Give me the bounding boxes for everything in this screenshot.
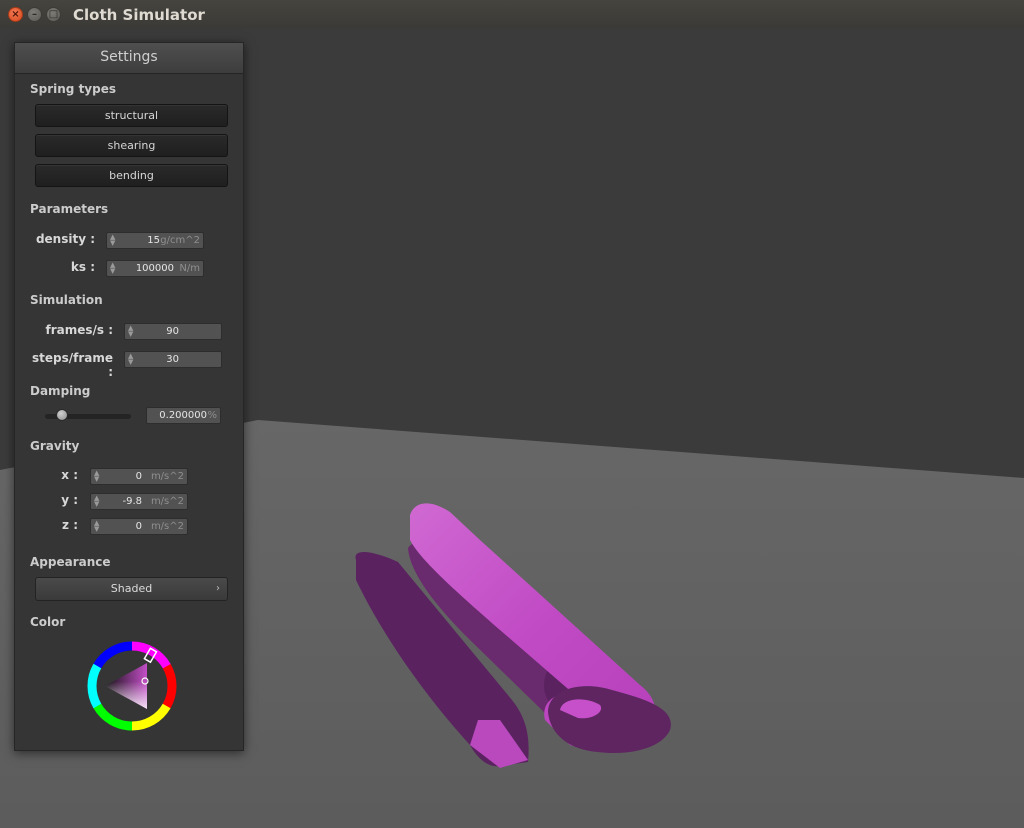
appearance-heading: Appearance [30, 555, 111, 569]
gravity-y-label: y : [61, 493, 78, 507]
gravity-x-value: 0 [135, 471, 142, 482]
spinner-arrows-icon[interactable]: ▲ ▼ [94, 520, 99, 533]
spinner-arrows-icon[interactable]: ▲ ▼ [110, 234, 115, 247]
color-heading: Color [30, 615, 66, 629]
gravity-y-value: -9.8 [122, 496, 142, 507]
damping-field[interactable]: 0.200000 % [146, 407, 221, 424]
density-value: 15 [147, 235, 160, 246]
gravity-y-unit: m/s^2 [150, 496, 184, 507]
density-unit: g/cm^2 [160, 235, 200, 246]
spinner-arrows-icon[interactable]: ▲ ▼ [128, 353, 133, 366]
damping-heading: Damping [30, 384, 91, 398]
steps-label: steps/frame : [31, 351, 113, 379]
settings-panel: Settings Spring types structural shearin… [14, 42, 244, 751]
close-icon[interactable]: × [8, 7, 23, 22]
chevron-right-icon: › [216, 583, 220, 594]
ks-value: 100000 [135, 263, 174, 274]
color-wheel[interactable] [85, 639, 179, 733]
ks-field[interactable]: ▲ ▼ 100000 N/m [106, 260, 204, 277]
maximize-icon[interactable]: □ [46, 7, 61, 22]
appearance-selected: Shaded [110, 582, 153, 595]
fps-label: frames/s : [45, 323, 113, 337]
steps-value: 30 [166, 354, 179, 365]
gravity-y-field[interactable]: ▲ ▼ -9.8 m/s^2 [90, 493, 188, 510]
spinner-arrows-icon[interactable]: ▲ ▼ [110, 262, 115, 275]
gravity-z-label: z : [62, 518, 78, 532]
bending-button[interactable]: bending [35, 164, 228, 187]
window-title: Cloth Simulator [73, 6, 205, 24]
structural-button[interactable]: structural [35, 104, 228, 127]
steps-field[interactable]: ▲ ▼ 30 [124, 351, 222, 368]
spinner-arrows-icon[interactable]: ▲ ▼ [128, 325, 133, 338]
ks-label: ks : [70, 260, 95, 274]
spinner-arrows-icon[interactable]: ▲ ▼ [94, 470, 99, 483]
ks-unit: N/m [179, 263, 200, 274]
gravity-x-field[interactable]: ▲ ▼ 0 m/s^2 [90, 468, 188, 485]
damping-value: 0.200000 [159, 410, 207, 421]
density-label: density : [35, 232, 95, 246]
gravity-z-unit: m/s^2 [150, 521, 184, 532]
gravity-x-unit: m/s^2 [150, 471, 184, 482]
shearing-button[interactable]: shearing [35, 134, 228, 157]
spring-types-heading: Spring types [30, 82, 117, 96]
gravity-heading: Gravity [30, 439, 80, 453]
minimize-icon[interactable]: – [27, 7, 42, 22]
saturation-triangle-light [105, 663, 147, 709]
parameters-heading: Parameters [30, 202, 109, 216]
damping-slider-handle[interactable] [56, 409, 68, 421]
fps-value: 90 [166, 326, 179, 337]
simulation-heading: Simulation [30, 293, 103, 307]
gravity-x-label: x : [61, 468, 78, 482]
gravity-z-value: 0 [135, 521, 142, 532]
density-field[interactable]: ▲ ▼ 15 g/cm^2 [106, 232, 204, 249]
fps-field[interactable]: ▲ ▼ 90 [124, 323, 222, 340]
damping-unit: % [207, 410, 217, 421]
appearance-select[interactable]: Shaded › [35, 577, 228, 601]
title-bar: × – □ Cloth Simulator [0, 0, 1024, 28]
gravity-z-field[interactable]: ▲ ▼ 0 m/s^2 [90, 518, 188, 535]
panel-title[interactable]: Settings [15, 43, 243, 74]
spinner-arrows-icon[interactable]: ▲ ▼ [94, 495, 99, 508]
